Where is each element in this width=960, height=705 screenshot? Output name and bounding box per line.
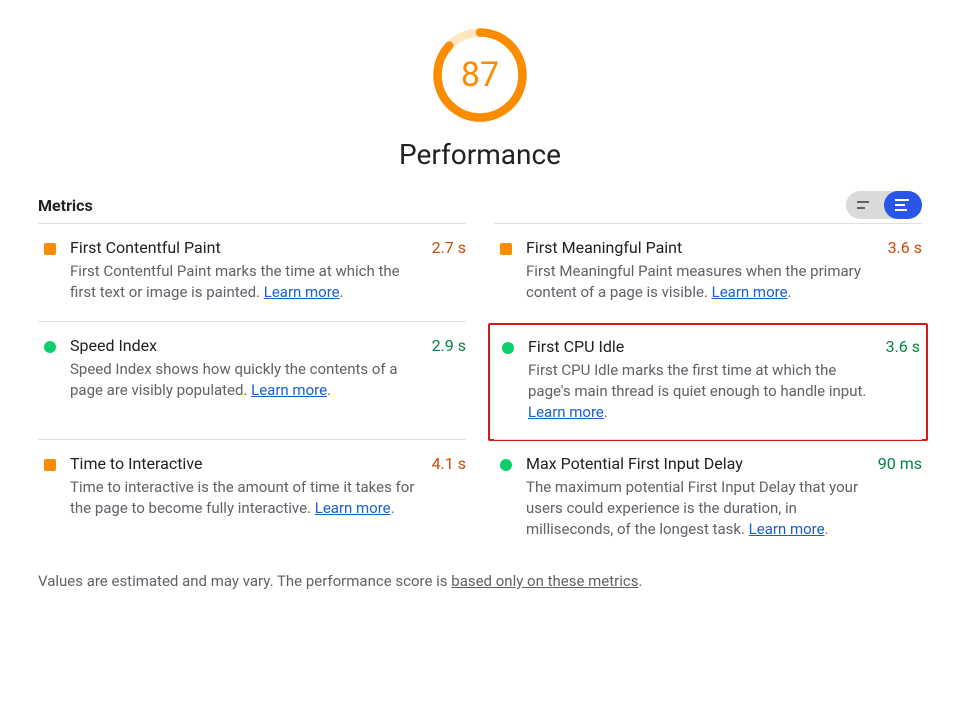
metric-description: First Contentful Paint marks the time at…	[70, 261, 416, 303]
metric-title: First Contentful Paint	[70, 238, 416, 257]
metric-fcp: First Contentful Paint First Contentful …	[38, 223, 466, 321]
learn-more-link[interactable]: Learn more	[251, 381, 327, 399]
metric-value: 4.1 s	[422, 454, 466, 540]
learn-more-link[interactable]: Learn more	[264, 283, 340, 301]
metric-speed-index: Speed Index Speed Index shows how quickl…	[38, 321, 466, 439]
metric-tti: Time to Interactive Time to interactive …	[38, 439, 466, 558]
metric-title: Speed Index	[70, 336, 416, 355]
compact-view-button[interactable]	[846, 191, 884, 219]
status-icon-good	[44, 341, 56, 353]
metric-value: 90 ms	[868, 454, 922, 540]
metric-value: 2.9 s	[422, 336, 466, 421]
score-value: 87	[429, 24, 531, 126]
status-icon-average	[500, 243, 512, 255]
status-icon-average	[44, 243, 56, 255]
metric-title: Time to Interactive	[70, 454, 416, 473]
status-icon-average	[44, 459, 56, 471]
metric-fmp: First Meaningful Paint First Meaningful …	[494, 223, 922, 321]
metrics-grid: First Contentful Paint First Contentful …	[38, 223, 922, 558]
metric-title: Max Potential First Input Delay	[526, 454, 862, 473]
metric-first-cpu-idle: First CPU Idle First CPU Idle marks the …	[488, 323, 928, 441]
metric-description: First Meaningful Paint measures when the…	[526, 261, 872, 303]
expanded-view-icon	[895, 199, 911, 211]
metric-title: First Meaningful Paint	[526, 238, 872, 257]
view-toggle	[846, 191, 922, 219]
metric-description: Speed Index shows how quickly the conten…	[70, 359, 416, 401]
metric-description: Time to interactive is the amount of tim…	[70, 477, 416, 519]
footer-note: Values are estimated and may vary. The p…	[38, 572, 922, 590]
status-icon-good	[502, 342, 514, 354]
learn-more-link[interactable]: Learn more	[712, 283, 788, 301]
score-gauge-section: 87 Performance	[38, 24, 922, 171]
metric-description: The maximum potential First Input Delay …	[526, 477, 862, 540]
metric-value: 3.6 s	[878, 238, 922, 303]
footer-link[interactable]: based only on these metrics	[451, 572, 638, 590]
learn-more-link[interactable]: Learn more	[749, 520, 825, 538]
score-gauge: 87	[429, 24, 531, 126]
metric-description: First CPU Idle marks the first time at w…	[528, 360, 870, 423]
metrics-heading: Metrics	[38, 196, 93, 215]
learn-more-link[interactable]: Learn more	[528, 403, 604, 421]
metric-mpfid: Max Potential First Input Delay The maxi…	[494, 439, 922, 558]
metric-title: First CPU Idle	[528, 337, 870, 356]
status-icon-good	[500, 459, 512, 471]
learn-more-link[interactable]: Learn more	[315, 499, 391, 517]
metric-value: 3.6 s	[876, 337, 920, 423]
compact-view-icon	[857, 199, 873, 211]
expanded-view-button[interactable]	[884, 191, 922, 219]
metric-value: 2.7 s	[422, 238, 466, 303]
report-title: Performance	[399, 138, 561, 171]
